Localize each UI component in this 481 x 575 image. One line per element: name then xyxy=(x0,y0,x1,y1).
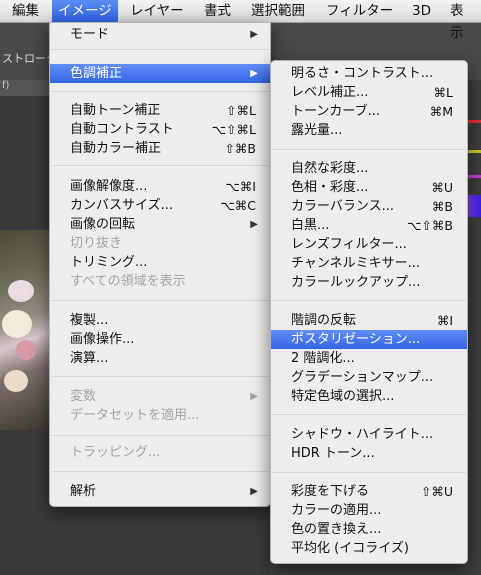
menu-item-apply-image[interactable]: 画像操作... xyxy=(50,330,270,349)
menu-type[interactable]: 書式 xyxy=(198,0,237,22)
menu-item-curves[interactable]: トーンカーブ... ⌘M xyxy=(271,102,467,121)
menu-filter[interactable]: フィルター xyxy=(320,0,399,22)
menu-item-match-color[interactable]: カラーの適用... xyxy=(271,501,467,520)
menu-item-reveal-all[interactable]: すべての領域を表示 xyxy=(50,272,270,291)
submenu-arrow-icon: ▶ xyxy=(250,68,258,79)
menu-item-levels[interactable]: レベル補正... ⌘L xyxy=(271,83,467,102)
menu-layer[interactable]: レイヤー xyxy=(124,0,190,22)
menu-item-image-size[interactable]: 画像解像度... ⌥⌘I xyxy=(50,177,270,196)
menu-item-shadows-highlights[interactable]: シャドウ・ハイライト... xyxy=(271,425,467,444)
image-menu: モード ▶ 色調補正 ▶ 自動トーン補正 ⇧⌘L 自動コントラスト ⌥⇧⌘L 自動カラー… xyxy=(49,22,271,507)
menu-bar: 編集 イメージ レイヤー 書式 選択範囲 フィルター 3D 表示 xyxy=(0,0,481,41)
menu-item-canvas-size[interactable]: カンバスサイズ... ⌥⌘C xyxy=(50,196,270,215)
menu-item-color-lookup[interactable]: カラールックアップ... xyxy=(271,273,467,292)
color-strip-red xyxy=(467,120,481,123)
menu-item-brightness-contrast[interactable]: 明るさ・コントラスト... xyxy=(271,64,467,83)
canvas-image xyxy=(0,230,50,430)
menu-edit[interactable]: 編集 xyxy=(6,0,45,22)
menu-item-analysis[interactable]: 解析 ▶ xyxy=(50,482,270,501)
submenu-arrow-icon: ▶ xyxy=(250,29,258,40)
menu-item-equalize[interactable]: 平均化 (イコライズ) xyxy=(271,539,467,558)
menu-item-replace-color[interactable]: 色の置き換え... xyxy=(271,520,467,539)
menu-item-posterize[interactable]: ポスタリゼーション... xyxy=(271,330,467,349)
menu-item-calculations[interactable]: 演算... xyxy=(50,349,270,368)
menu-item-image-rotation[interactable]: 画像の回転 ▶ xyxy=(50,215,270,234)
menu-item-adjustments[interactable]: 色調補正 ▶ xyxy=(50,64,270,83)
menu-item-vibrance[interactable]: 自然な彩度... xyxy=(271,159,467,178)
adjustments-submenu: 明るさ・コントラスト... レベル補正... ⌘L トーンカーブ... ⌘M 露光量… xyxy=(270,60,468,564)
menu-item-variables[interactable]: 変数 ▶ xyxy=(50,387,270,406)
menu-item-auto-tone[interactable]: 自動トーン補正 ⇧⌘L xyxy=(50,101,270,120)
menu-item-desaturate[interactable]: 彩度を下げる ⇧⌘U xyxy=(271,482,467,501)
menu-item-channel-mixer[interactable]: チャンネルミキサー... xyxy=(271,254,467,273)
menu-item-photo-filter[interactable]: レンズフィルター... xyxy=(271,235,467,254)
menu-item-black-white[interactable]: 白黒... ⌥⇧⌘B xyxy=(271,216,467,235)
menu-select[interactable]: 選択範囲 xyxy=(245,0,311,22)
menu-item-duplicate[interactable]: 複製... xyxy=(50,311,270,330)
menu-item-crop[interactable]: 切り抜き xyxy=(50,234,270,253)
submenu-arrow-icon: ▶ xyxy=(250,486,258,497)
menu-item-apply-data-set[interactable]: データセットを適用... xyxy=(50,406,270,425)
menu-item-auto-color[interactable]: 自動カラー補正 ⇧⌘B xyxy=(50,139,270,158)
submenu-arrow-icon: ▶ xyxy=(250,219,258,230)
menu-item-gradient-map[interactable]: グラデーションマップ... xyxy=(271,368,467,387)
menu-view[interactable]: 表示 xyxy=(444,0,481,41)
menu-image[interactable]: イメージ xyxy=(52,0,118,22)
menu-item-trim[interactable]: トリミング... xyxy=(50,253,270,272)
menu-3d[interactable]: 3D xyxy=(406,0,437,22)
menu-item-threshold[interactable]: 2 階調化... xyxy=(271,349,467,368)
submenu-arrow-icon: ▶ xyxy=(250,391,258,402)
menu-item-invert[interactable]: 階調の反転 ⌘I xyxy=(271,311,467,330)
color-strip-magenta xyxy=(467,175,481,178)
menu-item-color-balance[interactable]: カラーバランス... ⌘B xyxy=(271,197,467,216)
color-strip-yellow xyxy=(467,150,481,153)
menu-item-mode[interactable]: モード ▶ xyxy=(50,25,270,44)
menu-item-hue-saturation[interactable]: 色相・彩度... ⌘U xyxy=(271,178,467,197)
menu-item-selective-color[interactable]: 特定色域の選択... xyxy=(271,387,467,406)
menu-item-trap[interactable]: トラッピング... xyxy=(50,443,270,462)
menu-item-hdr-toning[interactable]: HDR トーン... xyxy=(271,444,467,463)
menu-item-auto-contrast[interactable]: 自動コントラスト ⌥⇧⌘L xyxy=(50,120,270,139)
menu-item-exposure[interactable]: 露光量... xyxy=(271,121,467,140)
